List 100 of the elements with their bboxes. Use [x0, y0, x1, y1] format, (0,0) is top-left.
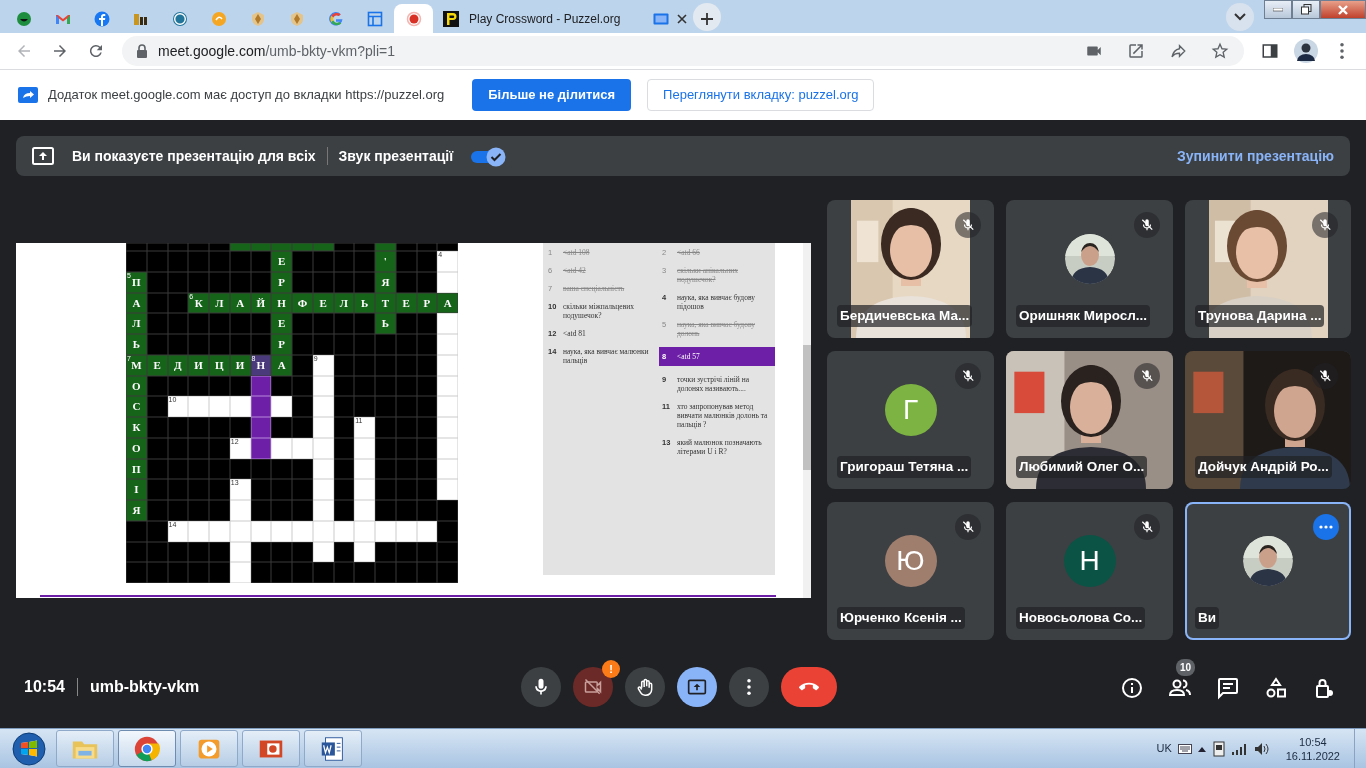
crossword-cell[interactable] [333, 520, 355, 542]
crossword-cell[interactable] [271, 396, 292, 417]
crossword-cell[interactable] [312, 500, 334, 521]
crossword-cell[interactable]: А [126, 292, 147, 314]
crossword-cell[interactable] [250, 520, 272, 542]
crossword-cell[interactable] [437, 458, 458, 480]
crossword-cell[interactable] [437, 479, 458, 500]
crossword-cell[interactable]: П [126, 458, 147, 480]
participant-tile[interactable]: Трунова Дарина ... [1185, 200, 1351, 338]
new-tab-button[interactable] [693, 3, 721, 31]
crossword-cell[interactable]: Л [333, 292, 355, 314]
crossword-cell[interactable]: ' [375, 251, 396, 272]
participant-tile[interactable]: Оришняк Миросл... [1006, 200, 1173, 338]
crossword-cell[interactable]: Л [126, 313, 147, 334]
crossword-cell[interactable] [250, 417, 272, 438]
crossword-cell[interactable] [437, 375, 458, 397]
crossword-cell[interactable] [354, 541, 375, 563]
crossword-cell[interactable]: Е [395, 292, 417, 314]
crossword-cell[interactable] [437, 313, 458, 334]
crossword-cell[interactable] [209, 520, 230, 542]
restore-button[interactable] [1292, 0, 1320, 19]
crossword-cell[interactable]: Н [271, 292, 292, 314]
participant-tile[interactable]: Любимий Олег О... [1006, 351, 1173, 489]
raise-hand-button[interactable] [625, 667, 665, 707]
crossword-cell[interactable]: Р [416, 292, 438, 314]
crossword-cell[interactable]: Ц [209, 354, 230, 376]
crossword-cell[interactable] [271, 520, 292, 542]
meeting-details-button[interactable] [1120, 675, 1144, 699]
chat-button[interactable] [1216, 675, 1240, 699]
crossword-cell[interactable] [437, 437, 458, 459]
close-tab-button[interactable] [677, 11, 687, 25]
crossword-cell[interactable]: Й [250, 292, 272, 314]
crossword-cell[interactable] [271, 243, 292, 251]
stop-sharing-button[interactable]: Більше не ділитися [472, 79, 632, 111]
crossword-cell[interactable]: Е [271, 251, 292, 272]
crossword-cell[interactable] [312, 243, 334, 251]
audio-toggle[interactable] [469, 146, 508, 166]
crossword-cell[interactable]: Л [209, 292, 230, 314]
crossword-cell[interactable] [292, 243, 313, 251]
clock-time[interactable]: 10:54 [1285, 734, 1340, 749]
crossword-cell[interactable]: Е [312, 292, 334, 314]
taskbar-app[interactable] [304, 730, 362, 767]
crossword-cell[interactable] [354, 479, 375, 500]
camera-button[interactable] [573, 667, 613, 707]
crossword-cell[interactable]: А [271, 354, 292, 376]
crossword-cell[interactable]: Т [375, 292, 396, 314]
crossword-cell[interactable] [375, 520, 396, 542]
crossword-cell[interactable] [188, 520, 209, 542]
crossword-cell[interactable]: Ф [292, 292, 313, 314]
participant-tile[interactable]: Дойчук Андрій Ро... [1185, 351, 1351, 489]
crossword-cell[interactable] [312, 458, 334, 480]
present-button[interactable] [677, 667, 717, 707]
crossword-cell[interactable]: А [437, 292, 458, 314]
crossword-cell[interactable] [312, 479, 334, 500]
crossword-cell[interactable]: Е [271, 313, 292, 334]
crossword-cell[interactable]: Я [375, 271, 396, 293]
crossword-cell[interactable]: Е [146, 354, 168, 376]
more-options-button[interactable] [1313, 514, 1339, 540]
close-window-button[interactable] [1320, 0, 1366, 19]
leave-call-button[interactable] [781, 667, 837, 707]
tab-search-button[interactable] [1226, 3, 1254, 31]
stop-presenting-link[interactable]: Зупинити презентацію [1177, 145, 1334, 167]
activities-button[interactable] [1264, 675, 1288, 699]
crossword-cell[interactable] [229, 562, 251, 583]
crossword-cell[interactable]: С [126, 396, 147, 417]
crossword-cell[interactable] [229, 396, 251, 417]
clock-date[interactable]: 16.11.2022 [1285, 748, 1340, 763]
crossword-cell[interactable]: О [126, 437, 147, 459]
crossword-cell[interactable] [250, 243, 272, 251]
crossword-cell[interactable]: Я [126, 500, 147, 521]
participant-tile[interactable]: Бердичевська Ма... [827, 200, 994, 338]
view-tab-button[interactable]: Переглянути вкладку: puzzel.org [647, 79, 875, 111]
crossword-cell[interactable] [292, 520, 313, 542]
crossword-cell[interactable]: О [126, 375, 147, 397]
taskbar-app[interactable] [242, 730, 300, 767]
scrollbar[interactable] [803, 243, 811, 598]
participant-tile[interactable]: Н Новосьолова Со... [1006, 502, 1173, 640]
language-indicator[interactable]: UK [1156, 740, 1172, 757]
crossword-cell[interactable] [250, 437, 272, 459]
participant-tile[interactable]: Г Григораш Тетяна ... [827, 351, 994, 489]
crossword-cell[interactable] [375, 243, 396, 251]
address-bar[interactable]: meet.google.com/umb-bkty-vkm?pli=1 [122, 36, 1244, 66]
crossword-cell[interactable] [354, 500, 375, 521]
crossword-cell[interactable] [312, 541, 334, 563]
taskbar-app[interactable] [118, 730, 176, 767]
crossword-cell[interactable] [354, 437, 375, 459]
crossword-cell[interactable] [437, 334, 458, 355]
crossword-cell[interactable]: Ь [375, 313, 396, 334]
crossword-cell[interactable] [437, 396, 458, 417]
crossword-cell[interactable] [229, 520, 251, 542]
crossword-cell[interactable] [354, 520, 375, 542]
participant-tile[interactable]: Ю Юрченко Ксенія ... [827, 502, 994, 640]
participant-tile[interactable]: Ви [1185, 502, 1351, 640]
crossword-cell[interactable] [292, 437, 313, 459]
crossword-cell[interactable] [312, 417, 334, 438]
crossword-cell[interactable] [229, 541, 251, 563]
crossword-cell[interactable]: Д [167, 354, 189, 376]
crossword-cell[interactable] [250, 375, 272, 397]
crossword-cell[interactable] [416, 520, 438, 542]
crossword-cell[interactable] [209, 396, 230, 417]
